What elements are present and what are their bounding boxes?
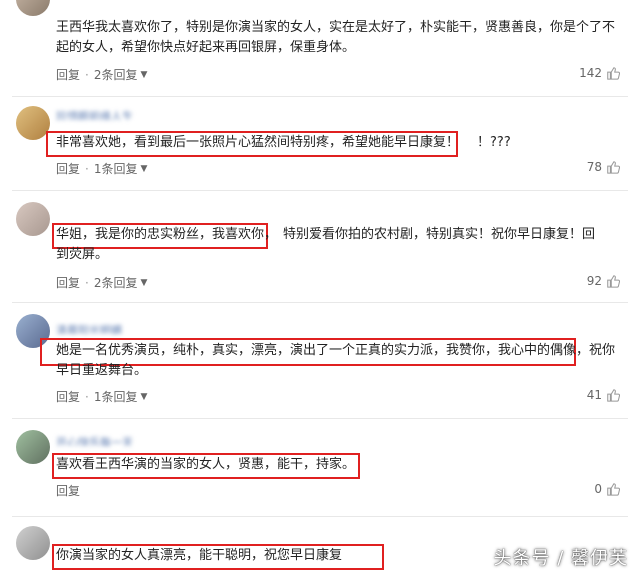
comment-text-highlighted: 她是一名优秀演员，纯朴，真实，漂亮，演出了一个正真的实力派，我赞你，我心中的偶像… <box>56 343 590 358</box>
avatar[interactable] <box>16 0 50 16</box>
comment-text: 非常喜欢她，看到最后一张照片心猛然间特别疼，希望她能早日康复！ ！??? <box>56 133 616 153</box>
chevron-down-icon[interactable]: ▼ <box>140 278 147 288</box>
username[interactable] <box>56 528 116 540</box>
username[interactable]: 珍惜眼前缘人生 <box>56 108 196 120</box>
divider <box>12 302 628 303</box>
comment-actions: 回复 <box>56 482 80 499</box>
like-count: 41 <box>586 388 602 402</box>
comment-actions: 回复 · 2条回复 ▼ <box>56 66 147 83</box>
divider <box>12 418 628 419</box>
comment-actions: 回复 · 1条回复 ▼ <box>56 388 147 405</box>
view-replies-button[interactable]: 1条回复 <box>94 160 138 177</box>
like-count: 0 <box>594 482 602 496</box>
view-replies-button[interactable]: 2条回复 <box>94 66 138 83</box>
reply-button[interactable]: 回复 <box>56 160 80 177</box>
view-replies-button[interactable]: 2条回复 <box>94 274 138 291</box>
separator-dot: · <box>85 275 89 290</box>
separator-dot: · <box>85 161 89 176</box>
view-replies-button[interactable]: 1条回复 <box>94 388 138 405</box>
comment-actions: 回复 · 2条回复 ▼ <box>56 274 147 291</box>
like-group[interactable]: 0 <box>594 482 620 496</box>
chevron-down-icon[interactable]: ▼ <box>140 70 147 80</box>
username[interactable] <box>56 204 196 216</box>
like-count: 78 <box>586 160 602 174</box>
reply-button[interactable]: 回复 <box>56 274 80 291</box>
comment-text-highlighted: 华姐，我是你的忠实粉丝，我喜欢你， <box>56 227 278 242</box>
separator-dot: · <box>85 389 89 404</box>
chevron-down-icon[interactable]: ▼ <box>140 392 147 402</box>
thumbs-up-icon[interactable] <box>606 388 620 402</box>
comment-text-highlighted: 你演当家的女人真漂亮，能干聪明，祝您早日康复 <box>56 548 343 563</box>
reply-button[interactable]: 回复 <box>56 66 80 83</box>
thumbs-up-icon[interactable] <box>606 160 620 174</box>
separator-dot: · <box>85 67 89 82</box>
reply-button[interactable]: 回复 <box>56 388 80 405</box>
like-count: 142 <box>579 66 602 80</box>
comment-text: 她是一名优秀演员，纯朴，真实，漂亮，演出了一个正真的实力派，我赞你，我心中的偶像… <box>56 341 616 381</box>
like-group[interactable]: 92 <box>587 274 620 288</box>
thumbs-up-icon[interactable] <box>606 274 620 288</box>
thumbs-up-icon[interactable] <box>606 482 620 496</box>
comment-text-highlighted: 喜欢看王西华演的当家的女人，贤惠，能干，持家。 <box>56 457 356 472</box>
divider <box>12 190 628 191</box>
like-group[interactable]: 78 <box>587 160 620 174</box>
comment-text-highlighted: 非常喜欢她，看到最后一张照片心猛然间特别疼，希望她能早日康复！ <box>56 135 460 150</box>
avatar[interactable] <box>16 430 50 464</box>
like-group[interactable]: 142 <box>579 66 620 80</box>
comment-text-rest: ！??? <box>477 135 511 150</box>
avatar[interactable] <box>16 526 50 560</box>
username[interactable]: 开心快乐每一天 <box>56 434 196 446</box>
like-group[interactable]: 41 <box>587 388 620 402</box>
username[interactable]: 清晨阳光明媚 <box>56 322 196 334</box>
chevron-down-icon[interactable]: ▼ <box>140 164 147 174</box>
avatar[interactable] <box>16 106 50 140</box>
comment-actions: 回复 · 1条回复 ▼ <box>56 160 147 177</box>
comment-text: 王西华我太喜欢你了，特别是你演当家的女人，实在是太好了，朴实能干，贤惠善良，你是… <box>56 20 616 55</box>
watermark: 头条号 / 馨伊芙 <box>493 548 628 569</box>
thumbs-up-icon[interactable] <box>606 66 620 80</box>
avatar[interactable] <box>16 202 50 236</box>
comment-text: 喜欢看王西华演的当家的女人，贤惠，能干，持家。 <box>56 455 616 475</box>
reply-button[interactable]: 回复 <box>56 482 80 499</box>
divider <box>12 516 628 517</box>
comment-text: 华姐，我是你的忠实粉丝，我喜欢你， 特别爱看你拍的农村剧，特别真实！祝你早日康复！… <box>56 225 608 265</box>
like-count: 92 <box>586 274 602 288</box>
divider <box>12 96 628 97</box>
